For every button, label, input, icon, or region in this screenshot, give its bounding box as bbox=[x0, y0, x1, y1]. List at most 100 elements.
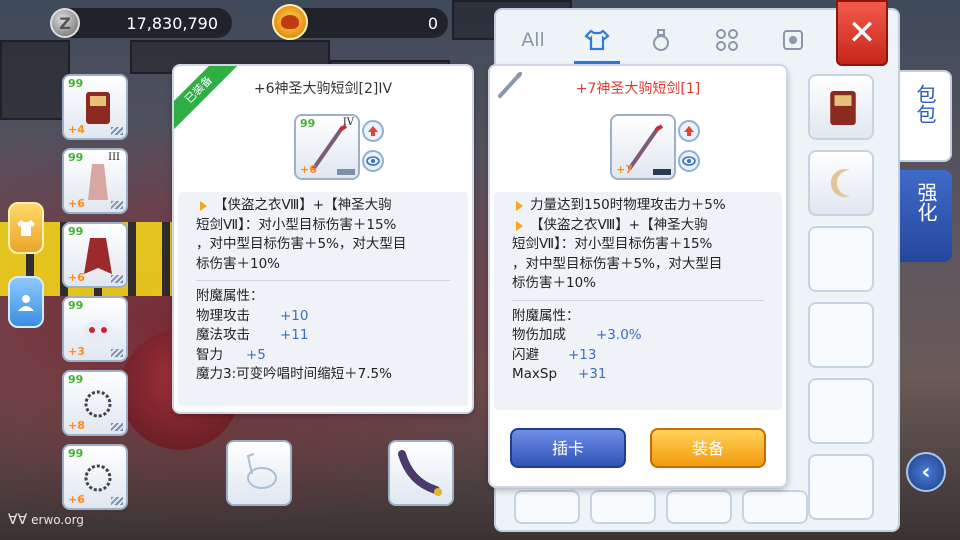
watermark-text: erwo.org bbox=[31, 513, 84, 527]
refine-up-button[interactable] bbox=[362, 120, 384, 142]
slot-grade-marker bbox=[111, 127, 123, 135]
preview-button[interactable] bbox=[678, 150, 700, 172]
slot-grade-marker bbox=[111, 349, 123, 357]
inventory-slot[interactable] bbox=[742, 490, 808, 524]
person-icon bbox=[18, 295, 34, 311]
eye-icon bbox=[682, 156, 696, 166]
item-refine: +7 bbox=[616, 163, 633, 176]
stat-row: 物理攻击 +10 bbox=[196, 307, 450, 327]
stat-row: 智力 +5 bbox=[196, 346, 450, 366]
compare-item-details: 力量达到150时物理攻击力＋5% 【侠盗之衣Ⅷ】+【神圣大驹 短剑Ⅶ】：对小型目… bbox=[494, 192, 782, 410]
stat-row: 闪避 +13 bbox=[512, 346, 764, 366]
slot-grade-marker bbox=[111, 275, 123, 283]
stat-row: MaxSp +31 bbox=[512, 365, 764, 385]
stat-row: 魔法攻击 +11 bbox=[196, 326, 450, 346]
equipment-slot-robe[interactable]: 99 III +6 bbox=[62, 148, 128, 214]
bullet-triangle-icon bbox=[516, 220, 523, 231]
equipped-item-title: +6神圣大驹短剑[2]IV bbox=[253, 81, 393, 97]
potion-icon bbox=[653, 29, 669, 51]
inventory-slot[interactable] bbox=[590, 490, 656, 524]
arrow-up-icon bbox=[684, 126, 694, 136]
equipment-slot-armor-book[interactable]: 99 +4 bbox=[62, 74, 128, 140]
book-icon bbox=[86, 92, 110, 124]
inventory-slot[interactable] bbox=[666, 490, 732, 524]
inventory-slot[interactable] bbox=[514, 490, 580, 524]
robe-icon bbox=[88, 164, 108, 200]
shirt-icon bbox=[17, 220, 35, 236]
combo-text: 短剑Ⅶ】：对小型目标伤害＋15% bbox=[512, 236, 713, 252]
cat-headgear-icon bbox=[84, 320, 112, 344]
tab-materials[interactable] bbox=[702, 20, 752, 60]
close-button[interactable]: ✕ bbox=[836, 0, 888, 66]
chevron-left-icon: ‹ bbox=[921, 459, 931, 485]
secondary-currency-counter: 0 bbox=[272, 4, 448, 40]
equipment-slot-accessory-2[interactable]: 99 +6 bbox=[62, 444, 128, 510]
equipment-slot-cape[interactable]: 99 +6 bbox=[62, 222, 128, 288]
tab-consumables[interactable] bbox=[636, 20, 686, 60]
equipped-item-icon-box: 99 IV +6 bbox=[294, 114, 360, 180]
tab-cards[interactable] bbox=[768, 20, 818, 60]
combo-text: 【侠盗之衣Ⅷ】+【神圣大驹 bbox=[530, 216, 708, 233]
inventory-slot[interactable] bbox=[808, 302, 874, 368]
equipped-item-details: 【侠盗之衣Ⅷ】+【神圣大驹 短剑Ⅶ】：对小型目标伤害＋15% ，对中型目标伤害＋… bbox=[178, 192, 468, 406]
slot-refine: +6 bbox=[68, 271, 85, 284]
stat-value: +10 bbox=[280, 307, 309, 324]
character-side-button[interactable] bbox=[8, 276, 44, 328]
stat-name: 物理攻击 bbox=[196, 307, 250, 324]
bullet-triangle-icon bbox=[200, 201, 207, 211]
card-icon bbox=[783, 30, 803, 50]
slot-refine: +4 bbox=[68, 123, 85, 136]
slot-grade-marker bbox=[111, 201, 123, 209]
cape-icon bbox=[84, 238, 112, 274]
grid-icon bbox=[716, 29, 738, 51]
stat-value: +5 bbox=[246, 346, 266, 363]
equipment-side-button[interactable] bbox=[8, 202, 44, 254]
book-icon bbox=[830, 91, 856, 125]
slot-grade-marker bbox=[111, 497, 123, 505]
enchant-title: 附魔属性： bbox=[512, 307, 580, 324]
stat-value: +31 bbox=[578, 366, 607, 382]
collapse-button[interactable]: ‹ bbox=[906, 452, 946, 492]
compare-item-icon-box: +7 bbox=[610, 114, 676, 180]
side-tab-enhance[interactable]: 强化 bbox=[900, 170, 952, 262]
inventory-slot[interactable] bbox=[808, 378, 874, 444]
divider bbox=[196, 280, 450, 281]
enchant-title: 附魔属性： bbox=[196, 288, 264, 304]
item-refine: +6 bbox=[300, 163, 317, 176]
inventory-slot[interactable] bbox=[808, 74, 874, 140]
refine-up-button[interactable] bbox=[678, 120, 700, 142]
combo-text: ，对中型目标伤害＋5%，对大型目 bbox=[196, 236, 407, 252]
equipment-slot-accessory-1[interactable]: 99 +8 bbox=[62, 370, 128, 436]
slot-refine: +8 bbox=[68, 419, 85, 432]
inventory-slot[interactable] bbox=[808, 150, 874, 216]
combo-text: 标伤害＋10% bbox=[512, 275, 597, 291]
inventory-slot[interactable] bbox=[808, 454, 874, 520]
inventory-slot-sword[interactable] bbox=[388, 440, 454, 506]
combo-text: ，对中型目标伤害＋5%，对大型目 bbox=[512, 255, 723, 272]
pet-emblem-icon bbox=[272, 4, 308, 40]
arrow-up-icon bbox=[368, 126, 378, 136]
side-tab-bag[interactable]: 包包 bbox=[900, 70, 952, 162]
combo-effect: 【侠盗之衣Ⅷ】+【神圣大驹 短剑Ⅶ】：对小型目标伤害＋15% ，对中型目标伤害＋… bbox=[196, 196, 450, 274]
stat-name: 物伤加成 bbox=[512, 327, 566, 343]
insert-card-button[interactable]: 插卡 bbox=[510, 428, 626, 468]
combo-text: 【侠盗之衣Ⅷ】+【神圣大驹 bbox=[214, 197, 392, 213]
inventory-slot-ostrich[interactable] bbox=[226, 440, 292, 506]
bullet-triangle-icon bbox=[516, 201, 523, 211]
close-icon: ✕ bbox=[847, 13, 877, 53]
stat-name: 闪避 bbox=[512, 346, 539, 363]
scene-stone-block bbox=[0, 40, 70, 120]
tab-all[interactable]: All bbox=[508, 20, 558, 60]
tab-equipment[interactable] bbox=[572, 20, 622, 64]
equip-button[interactable]: 装备 bbox=[650, 428, 766, 468]
bird-statue-icon bbox=[246, 453, 277, 489]
inventory-slot[interactable] bbox=[808, 226, 874, 292]
zeny-counter: Z 17,830,790 bbox=[50, 8, 232, 38]
equipment-slot-headgear[interactable]: 99 +3 bbox=[62, 296, 128, 362]
crescent-icon bbox=[830, 169, 850, 197]
equipped-badge: 已装备 bbox=[174, 66, 245, 136]
preview-button[interactable] bbox=[362, 150, 384, 172]
slot-refine: +6 bbox=[68, 197, 85, 210]
item-grade-marker bbox=[653, 169, 671, 175]
slot-grade-marker bbox=[111, 423, 123, 431]
